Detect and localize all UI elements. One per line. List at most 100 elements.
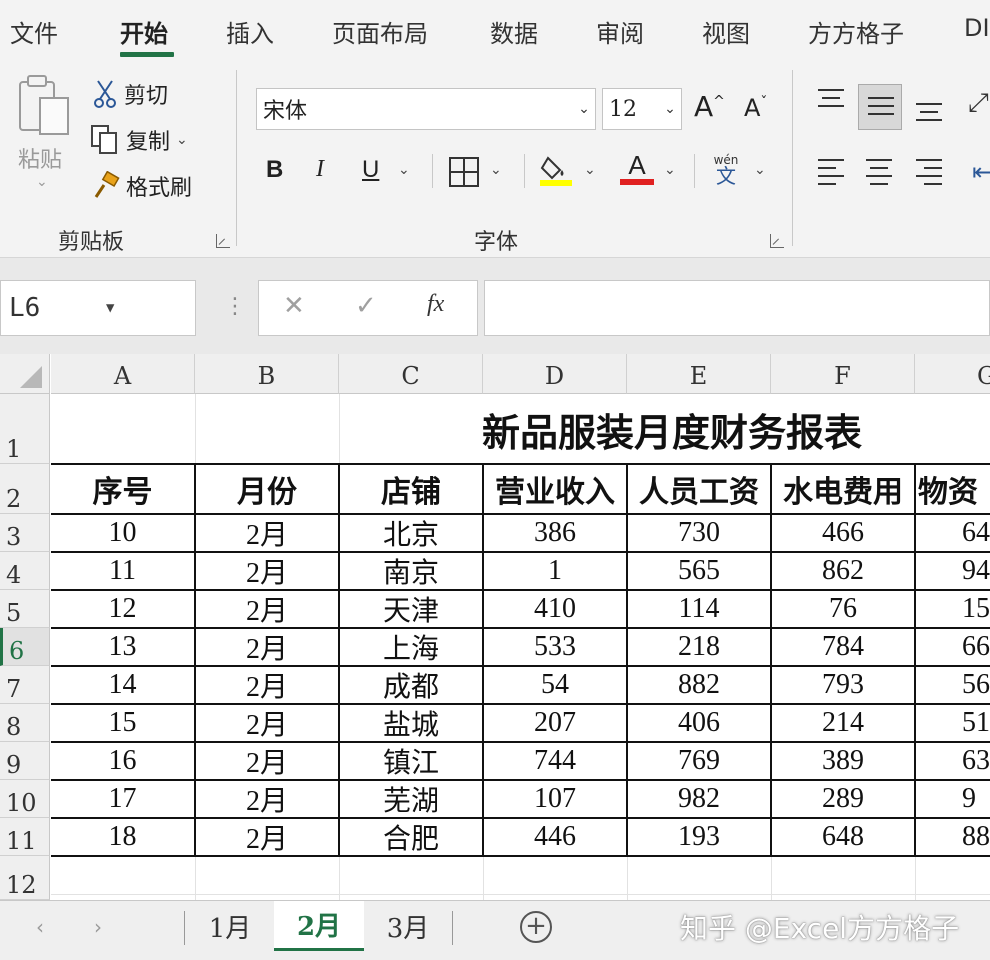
cell-utilities[interactable]: 862 <box>772 553 914 589</box>
font-name-combo[interactable]: 宋体 ⌄ <box>256 88 596 130</box>
cell-revenue[interactable]: 410 <box>484 591 626 627</box>
cell-materials[interactable]: 15 <box>916 591 990 627</box>
sheet-tab-feb[interactable]: 2月 <box>274 901 364 951</box>
column-header-c[interactable]: C <box>339 354 483 394</box>
chevron-down-icon[interactable]: ⌄ <box>659 101 681 117</box>
cell-month[interactable]: 2月 <box>196 667 338 703</box>
align-bottom-button[interactable] <box>912 92 946 130</box>
cell-seq[interactable]: 13 <box>51 629 194 665</box>
align-left-button[interactable] <box>814 154 848 192</box>
more-icon[interactable]: ⋮ <box>224 294 246 319</box>
scroll-right-icon[interactable]: › <box>94 915 102 939</box>
clipboard-dialog-launcher[interactable] <box>216 234 230 248</box>
cell-revenue[interactable]: 744 <box>484 743 626 779</box>
cell-materials[interactable]: 66 <box>916 629 990 665</box>
paste-button[interactable]: 粘贴 ⌄ <box>14 74 76 194</box>
chevron-down-icon[interactable]: ⌄ <box>584 162 596 178</box>
cell-seq[interactable]: 11 <box>51 553 194 589</box>
header-cell-wages[interactable]: 人员工资 <box>628 465 770 513</box>
tab-data[interactable]: 数据 <box>490 14 538 49</box>
cell-wages[interactable]: 218 <box>628 629 770 665</box>
grow-font-button[interactable]: A^ <box>694 90 725 123</box>
cell-month[interactable]: 2月 <box>196 553 338 589</box>
orientation-icon[interactable]: ⤢ <box>968 88 989 119</box>
row-header-9[interactable]: 9 <box>0 742 50 780</box>
chevron-down-icon[interactable]: ⌄ <box>664 162 676 178</box>
cell-wages[interactable]: 982 <box>628 781 770 817</box>
cell-store[interactable]: 成都 <box>340 667 482 703</box>
row-header-5[interactable]: 5 <box>0 590 50 628</box>
fill-color-button[interactable] <box>538 152 574 192</box>
sheet-tab-mar[interactable]: 3月 <box>364 901 452 951</box>
cell-revenue[interactable]: 207 <box>484 705 626 741</box>
cell-month[interactable]: 2月 <box>196 629 338 665</box>
cell-materials[interactable]: 51 <box>916 705 990 741</box>
header-cell-month[interactable]: 月份 <box>196 465 338 513</box>
underline-button[interactable]: U <box>362 156 379 184</box>
cell-utilities[interactable]: 76 <box>772 591 914 627</box>
cell-utilities[interactable]: 289 <box>772 781 914 817</box>
tab-review[interactable]: 审阅 <box>596 14 644 49</box>
cell-materials[interactable]: 63 <box>916 743 990 779</box>
cell-store[interactable]: 盐城 <box>340 705 482 741</box>
row-header-12[interactable]: 12 <box>0 856 50 900</box>
name-box[interactable]: L6 ▼ <box>0 280 196 336</box>
cell-seq[interactable]: 10 <box>51 515 194 551</box>
header-cell-materials[interactable]: 物资 <box>916 465 990 513</box>
row-header-6[interactable]: 6 <box>0 628 50 666</box>
tab-file[interactable]: 文件 <box>10 14 58 49</box>
cell-revenue[interactable]: 386 <box>484 515 626 551</box>
column-header-d[interactable]: D <box>483 354 627 394</box>
cell-materials[interactable]: 88 <box>916 819 990 855</box>
tab-page-layout[interactable]: 页面布局 <box>332 14 428 49</box>
shrink-font-button[interactable]: Aˇ <box>744 94 767 122</box>
cell-wages[interactable]: 769 <box>628 743 770 779</box>
phonetic-guide-button[interactable]: wén 文 <box>708 154 744 186</box>
chevron-down-icon[interactable]: ⌄ <box>490 162 502 178</box>
row-header-3[interactable]: 3 <box>0 514 50 552</box>
insert-function-icon[interactable]: fx <box>427 291 444 318</box>
align-center-button[interactable] <box>862 154 896 192</box>
header-cell-revenue[interactable]: 营业收入 <box>484 465 626 513</box>
row-header-2[interactable]: 2 <box>0 464 50 514</box>
font-size-combo[interactable]: 12 ⌄ <box>602 88 682 130</box>
cell-materials[interactable]: 9 <box>916 781 990 817</box>
cell-wages[interactable]: 193 <box>628 819 770 855</box>
header-cell-seq[interactable]: 序号 <box>51 465 194 513</box>
enter-icon[interactable]: ✓ <box>355 291 377 321</box>
cell-seq[interactable]: 14 <box>51 667 194 703</box>
cell-utilities[interactable]: 466 <box>772 515 914 551</box>
cell-utilities[interactable]: 389 <box>772 743 914 779</box>
row-header-7[interactable]: 7 <box>0 666 50 704</box>
cell-wages[interactable]: 406 <box>628 705 770 741</box>
cell-wages[interactable]: 730 <box>628 515 770 551</box>
worksheet-grid[interactable]: A B C D E F G 1 2 3 4 5 6 7 8 9 10 11 12… <box>0 354 990 900</box>
row-header-1[interactable]: 1 <box>0 394 50 464</box>
cell-month[interactable]: 2月 <box>196 819 338 855</box>
chevron-down-icon[interactable]: ⌄ <box>573 101 595 117</box>
chevron-down-icon[interactable]: ⌄ <box>754 162 766 178</box>
cell-materials[interactable]: 56 <box>916 667 990 703</box>
cell-revenue[interactable]: 1 <box>484 553 626 589</box>
cell-month[interactable]: 2月 <box>196 743 338 779</box>
align-right-button[interactable] <box>912 154 946 192</box>
cell-store[interactable]: 上海 <box>340 629 482 665</box>
tab-insert[interactable]: 插入 <box>226 14 274 49</box>
formula-input[interactable] <box>484 280 990 336</box>
cell-month[interactable]: 2月 <box>196 515 338 551</box>
format-painter-button[interactable]: 格式刷 <box>90 170 192 202</box>
cell-store[interactable]: 芜湖 <box>340 781 482 817</box>
cell-revenue[interactable]: 107 <box>484 781 626 817</box>
font-dialog-launcher[interactable] <box>770 234 784 248</box>
scroll-left-icon[interactable]: ‹ <box>36 915 44 939</box>
sheet-tab-jan[interactable]: 1月 <box>186 901 274 951</box>
borders-button[interactable] <box>448 156 480 192</box>
cell-month[interactable]: 2月 <box>196 591 338 627</box>
tab-home[interactable]: 开始 <box>120 14 168 49</box>
bold-button[interactable]: B <box>266 156 283 184</box>
column-header-b[interactable]: B <box>195 354 339 394</box>
cell-wages[interactable]: 565 <box>628 553 770 589</box>
align-top-button[interactable] <box>814 84 848 122</box>
cell-month[interactable]: 2月 <box>196 781 338 817</box>
cell-store[interactable]: 天津 <box>340 591 482 627</box>
